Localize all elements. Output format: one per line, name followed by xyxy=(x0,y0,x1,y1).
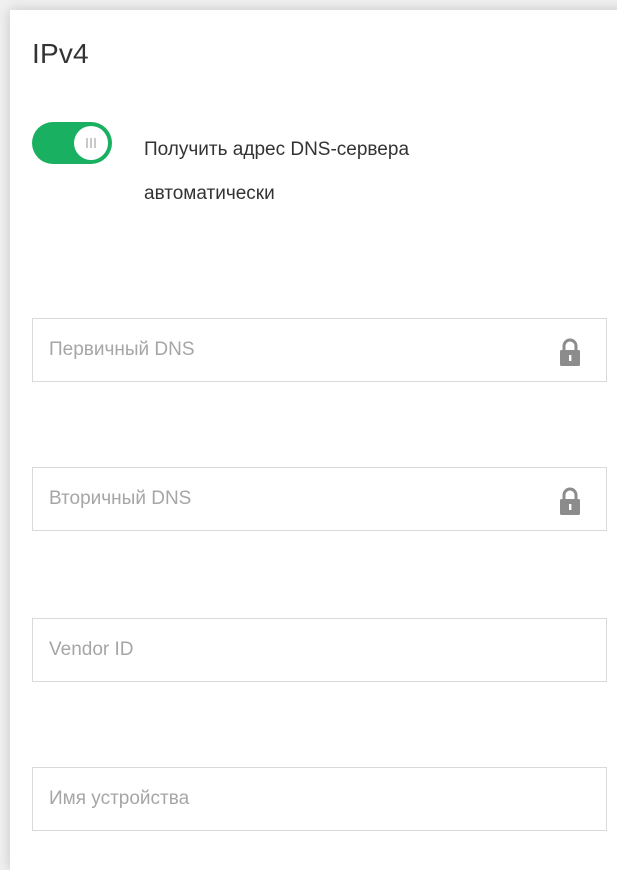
secondary-dns-field[interactable] xyxy=(32,467,607,531)
lock-icon xyxy=(560,338,580,366)
ipv4-settings-card: IPv4 Получить адрес DNS-сервера автомати… xyxy=(10,10,617,870)
grip-icon xyxy=(86,138,96,148)
toggle-knob xyxy=(74,126,108,160)
device-name-field[interactable] xyxy=(32,767,607,831)
primary-dns-field[interactable] xyxy=(32,318,607,382)
lock-icon xyxy=(560,487,580,515)
section-title: IPv4 xyxy=(32,38,89,69)
vendor-id-field[interactable] xyxy=(32,618,607,682)
device-name-input[interactable] xyxy=(33,768,606,830)
secondary-dns-input[interactable] xyxy=(33,468,606,530)
vendor-id-input[interactable] xyxy=(33,619,606,681)
primary-dns-input[interactable] xyxy=(33,319,606,381)
auto-dns-label: Получить адрес DNS-сервера автоматически xyxy=(144,139,410,204)
auto-dns-toggle[interactable] xyxy=(32,122,112,164)
